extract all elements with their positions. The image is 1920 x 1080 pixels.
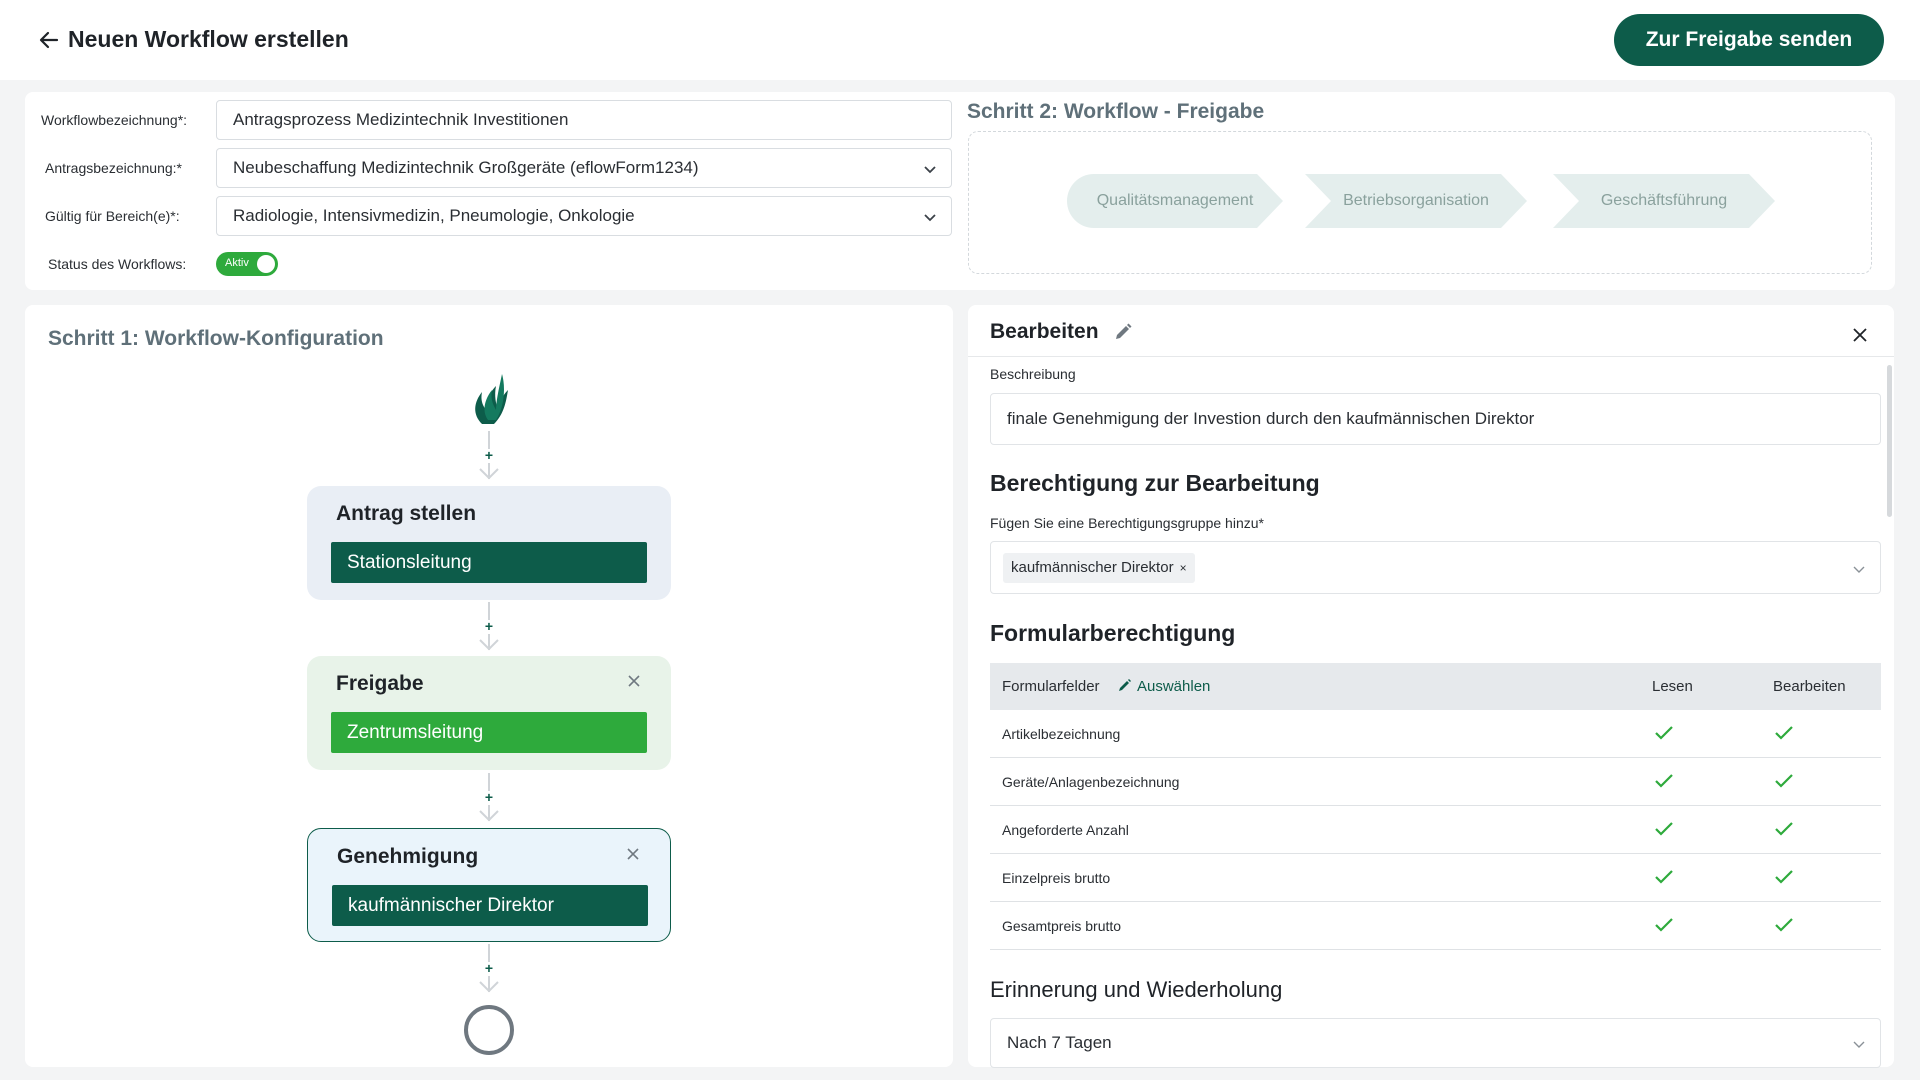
col-form-fields: Formularfelder: [1002, 678, 1100, 695]
divider: [968, 356, 1894, 357]
step2-title: Schritt 2: Workflow - Freigabe: [967, 100, 1265, 123]
approval-step-label: Qualitätsmanagement: [1096, 192, 1254, 209]
check-icon[interactable]: [1774, 917, 1794, 933]
workflow-name-value: Antragsprozess Medizintechnik Investitio…: [233, 110, 569, 129]
col-read: Lesen: [1652, 678, 1693, 695]
description-input[interactable]: finale Genehmigung der Investion durch d…: [990, 393, 1881, 445]
step1-title: Schritt 1: Workflow-Konfiguration: [48, 327, 384, 350]
status-toggle[interactable]: Aktiv: [216, 252, 278, 276]
close-icon[interactable]: [627, 674, 641, 688]
check-icon[interactable]: [1654, 821, 1674, 837]
permission-tag[interactable]: kaufmännischer Direktor ×: [1003, 552, 1195, 583]
approval-step-label: Geschäftsführung: [1600, 192, 1728, 209]
col-edit: Bearbeiten: [1773, 678, 1846, 695]
reminder-value: Nach 7 Tagen: [1007, 1033, 1112, 1052]
antrag-select[interactable]: Neubeschaffung Medizintechnik Großgeräte…: [216, 148, 952, 188]
add-step-plus-icon[interactable]: +: [482, 619, 496, 634]
field-name: Geräte/Anlagenbezeichnung: [1002, 774, 1180, 790]
add-step-plus-icon[interactable]: +: [482, 448, 496, 463]
check-icon[interactable]: [1654, 917, 1674, 933]
close-icon[interactable]: [626, 847, 640, 861]
add-step-plus-icon[interactable]: +: [482, 961, 496, 976]
antrag-label: Antragsbezeichnung:*: [45, 160, 182, 176]
flow-end-node: [464, 1005, 514, 1055]
status-toggle-text: Aktiv: [225, 257, 249, 269]
scrollbar[interactable]: [1887, 365, 1892, 517]
approval-step-gf[interactable]: Geschäftsführung: [1553, 174, 1775, 228]
approval-step-qm[interactable]: Qualitätsmanagement: [1067, 174, 1283, 228]
bereich-select[interactable]: Radiologie, Intensivmedizin, Pneumologie…: [216, 196, 952, 236]
page-title: Neuen Workflow erstellen: [68, 26, 349, 52]
select-fields-link[interactable]: Auswählen: [1137, 678, 1210, 695]
node-title: Genehmigung: [337, 845, 479, 868]
workflow-name-label: Workflowbezeichnung*:: [41, 112, 188, 128]
edit-panel-title: Bearbeiten: [990, 320, 1099, 343]
workflow-name-input[interactable]: Antragsprozess Medizintechnik Investitio…: [216, 100, 952, 140]
permission-heading: Berechtigung zur Bearbeitung: [990, 470, 1320, 496]
permission-tag-label: kaufmännischer Direktor: [1011, 559, 1174, 576]
close-icon[interactable]: [1852, 327, 1868, 343]
node-role: Stationsleitung: [331, 542, 647, 583]
bereich-value: Radiologie, Intensivmedizin, Pneumologie…: [233, 206, 635, 225]
table-row: Angeforderte Anzahl: [990, 806, 1881, 854]
toggle-knob: [257, 255, 275, 273]
check-icon[interactable]: [1774, 869, 1794, 885]
chevron-down-icon: [924, 166, 936, 174]
permission-group-select[interactable]: kaufmännischer Direktor ×: [990, 541, 1881, 594]
description-label: Beschreibung: [990, 366, 1076, 382]
remove-tag-icon[interactable]: ×: [1180, 561, 1187, 575]
top-bar: Neuen Workflow erstellen Zur Freigabe se…: [0, 0, 1920, 80]
check-icon[interactable]: [1774, 725, 1794, 741]
flow-node-freigabe[interactable]: Freigabe Zentrumsleitung: [307, 656, 671, 770]
node-role: Zentrumsleitung: [331, 712, 647, 753]
field-name: Angeforderte Anzahl: [1002, 822, 1129, 838]
antrag-value: Neubeschaffung Medizintechnik Großgeräte…: [233, 158, 699, 177]
table-header: Formularfelder Auswählen Lesen Bearbeite…: [990, 663, 1881, 710]
check-icon[interactable]: [1654, 869, 1674, 885]
reminder-select[interactable]: Nach 7 Tagen: [990, 1018, 1881, 1068]
check-icon[interactable]: [1654, 773, 1674, 789]
description-value: finale Genehmigung der Investion durch d…: [1007, 409, 1535, 428]
table-row: Einzelpreis brutto: [990, 854, 1881, 902]
pencil-icon[interactable]: [1113, 322, 1133, 342]
node-role: kaufmännischer Direktor: [332, 885, 648, 926]
chevron-down-icon: [1853, 566, 1865, 573]
node-title: Antrag stellen: [336, 502, 477, 525]
field-name: Gesamtpreis brutto: [1002, 918, 1122, 934]
back-arrow-icon[interactable]: [38, 29, 60, 51]
node-title: Freigabe: [336, 672, 424, 695]
chevron-down-icon: [924, 214, 936, 222]
chevron-down-icon: [1853, 1041, 1865, 1048]
permission-group-label: Fügen Sie eine Berechtigungsgruppe hinzu…: [990, 515, 1264, 531]
check-icon[interactable]: [1774, 821, 1794, 837]
add-step-plus-icon[interactable]: +: [482, 790, 496, 805]
check-icon[interactable]: [1774, 773, 1794, 789]
status-label: Status des Workflows:: [48, 256, 187, 272]
field-name: Einzelpreis brutto: [1002, 870, 1111, 886]
reminder-heading: Erinnerung und Wiederholung: [990, 977, 1283, 1002]
approval-step-bo[interactable]: Betriebsorganisation: [1305, 174, 1527, 228]
field-name: Artikelbezeichnung: [1002, 726, 1121, 742]
flow-node-genehmigung[interactable]: Genehmigung kaufmännischer Direktor: [307, 828, 671, 942]
table-row: Artikelbezeichnung: [990, 710, 1881, 758]
form-permission-heading: Formularberechtigung: [990, 620, 1236, 646]
send-for-approval-button[interactable]: Zur Freigabe senden: [1614, 14, 1884, 66]
table-row: Gesamtpreis brutto: [990, 902, 1881, 950]
flow-node-antrag[interactable]: Antrag stellen Stationsleitung: [307, 486, 671, 600]
approval-step-label: Betriebsorganisation: [1343, 192, 1489, 209]
table-row: Geräte/Anlagenbezeichnung: [990, 758, 1881, 806]
pencil-icon[interactable]: [1118, 678, 1132, 692]
bereich-label: Gültig für Bereich(e)*:: [45, 208, 180, 224]
check-icon[interactable]: [1654, 725, 1674, 741]
flame-logo-icon: [475, 374, 508, 424]
